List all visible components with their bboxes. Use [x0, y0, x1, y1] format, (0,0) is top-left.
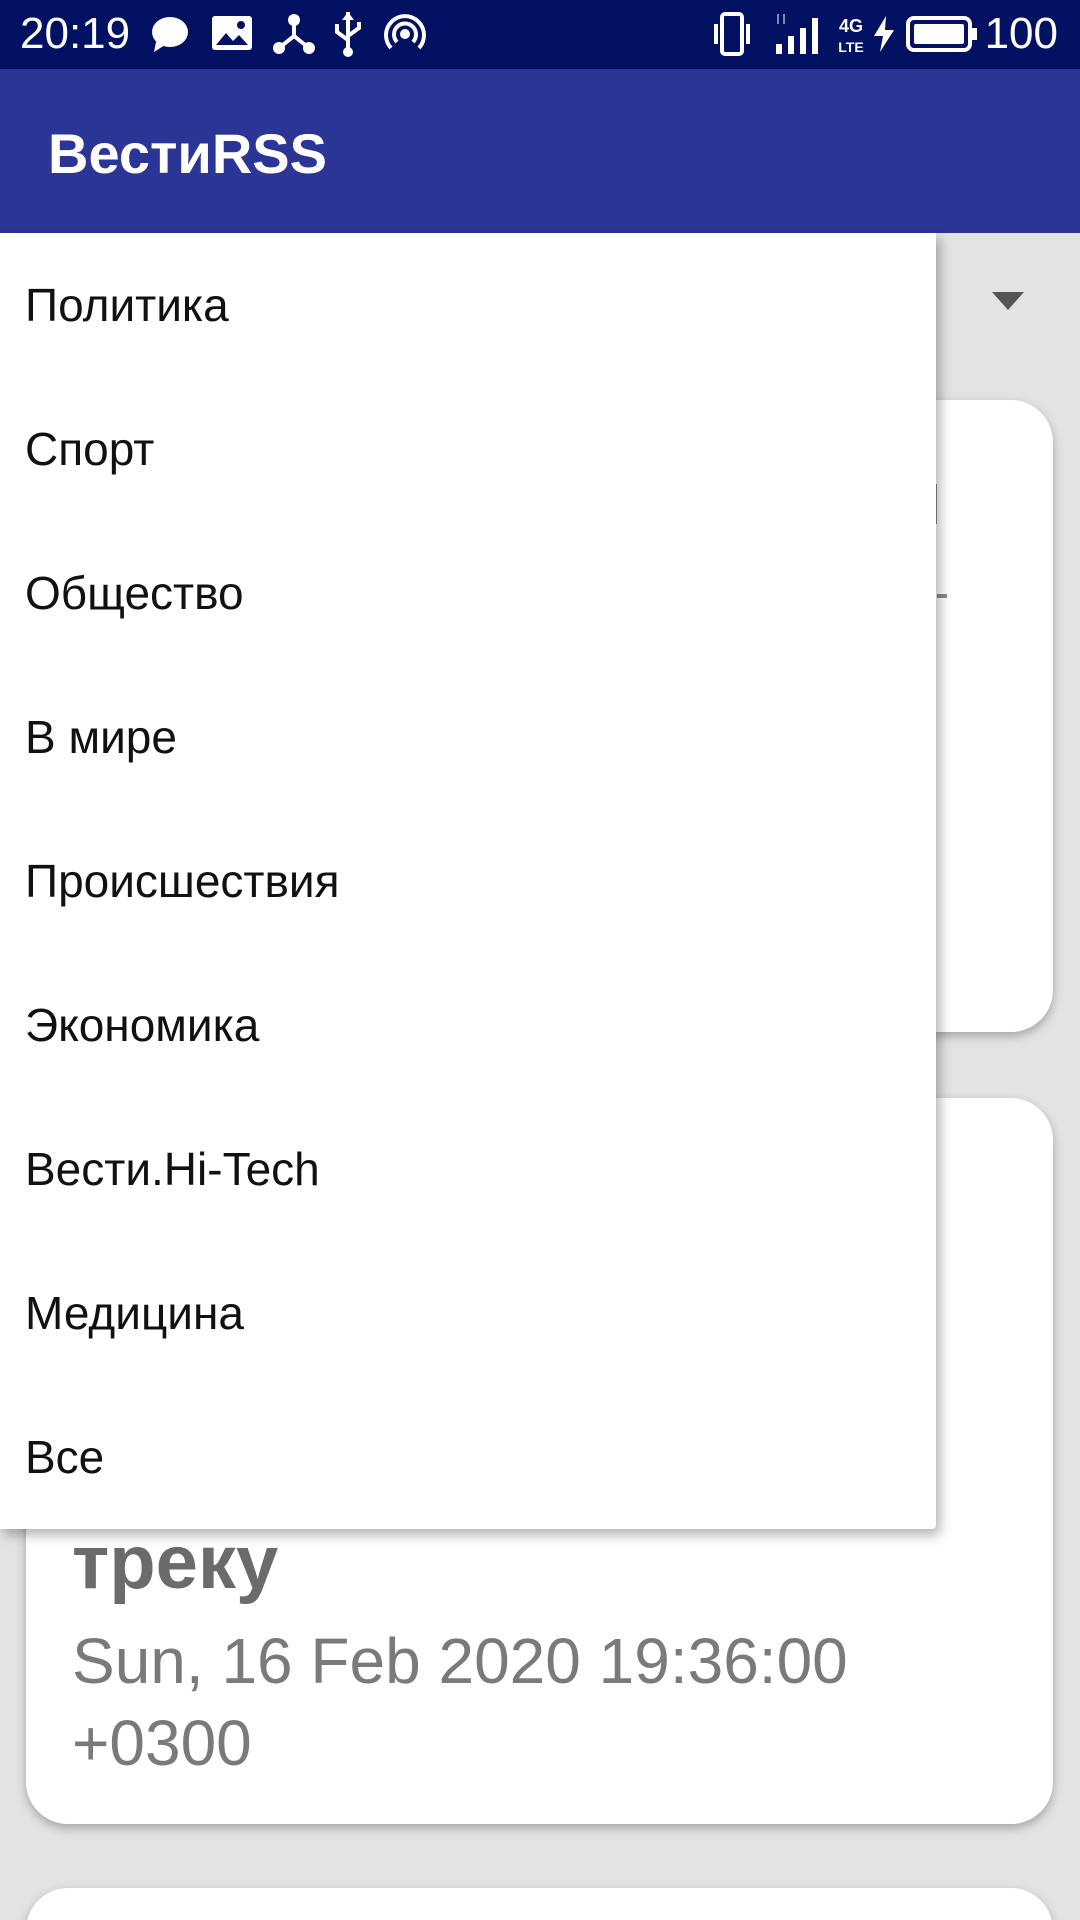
- category-dropdown: Политика Спорт Общество В мире Происшест…: [0, 233, 936, 1529]
- svg-text:LTE: LTE: [838, 39, 863, 55]
- app-title: ВестиRSS: [48, 122, 327, 185]
- app-bar: ВестиRSS: [0, 69, 1080, 233]
- dropdown-item-label: Общество: [25, 567, 244, 619]
- dropdown-item-label: Вести.Hi-Tech: [25, 1143, 320, 1195]
- vibrate-icon: [714, 12, 750, 56]
- signal-icon: [776, 14, 818, 54]
- svg-text:4G: 4G: [839, 16, 863, 36]
- battery-percent: 100: [984, 9, 1058, 58]
- charging-icon: [874, 16, 894, 52]
- dropdown-item-label: Происшествия: [25, 855, 340, 907]
- news-title: треку: [72, 1520, 279, 1605]
- dropdown-item-society[interactable]: Общество: [0, 521, 936, 665]
- dropdown-item-incidents[interactable]: Происшествия: [0, 809, 936, 953]
- dropdown-item-label: В мире: [25, 711, 177, 763]
- dropdown-item-world[interactable]: В мире: [0, 665, 936, 809]
- dropdown-item-label: Все: [25, 1431, 105, 1483]
- usb-icon: [335, 12, 361, 57]
- dropdown-item-politics[interactable]: Политика: [0, 233, 936, 377]
- screen: 20:19 4G LTE 100 ВестиRSS треку Sun, 16 …: [0, 0, 1080, 1920]
- dropdown-item-hitech[interactable]: Вести.Hi-Tech: [0, 1097, 936, 1241]
- card-text-fragment: [937, 594, 947, 598]
- hotspot-icon: [384, 14, 426, 50]
- image-icon: [212, 16, 252, 50]
- status-time: 20:19: [20, 9, 131, 58]
- dropdown-item-label: Экономика: [25, 999, 260, 1051]
- news-date: Sun, 16 Feb 2020 19:36:00 +0300: [72, 1625, 848, 1779]
- dropdown-item-label: Политика: [25, 279, 229, 331]
- 4g-lte-icon: 4G LTE: [838, 16, 863, 55]
- status-bar: 20:19 4G LTE 100: [0, 0, 1080, 69]
- battery-icon: [906, 16, 977, 52]
- dropdown-item-label: Медицина: [25, 1287, 244, 1339]
- chevron-down-icon[interactable]: [992, 292, 1024, 310]
- dropdown-item-label: Спорт: [25, 423, 155, 475]
- share-icon: [273, 14, 315, 54]
- dropdown-item-all[interactable]: Все: [0, 1385, 936, 1529]
- news-card[interactable]: [26, 1888, 1053, 1920]
- dropdown-item-sport[interactable]: Спорт: [0, 377, 936, 521]
- dropdown-item-economy[interactable]: Экономика: [0, 953, 936, 1097]
- dropdown-item-medicine[interactable]: Медицина: [0, 1241, 936, 1385]
- chat-icon: [152, 17, 188, 52]
